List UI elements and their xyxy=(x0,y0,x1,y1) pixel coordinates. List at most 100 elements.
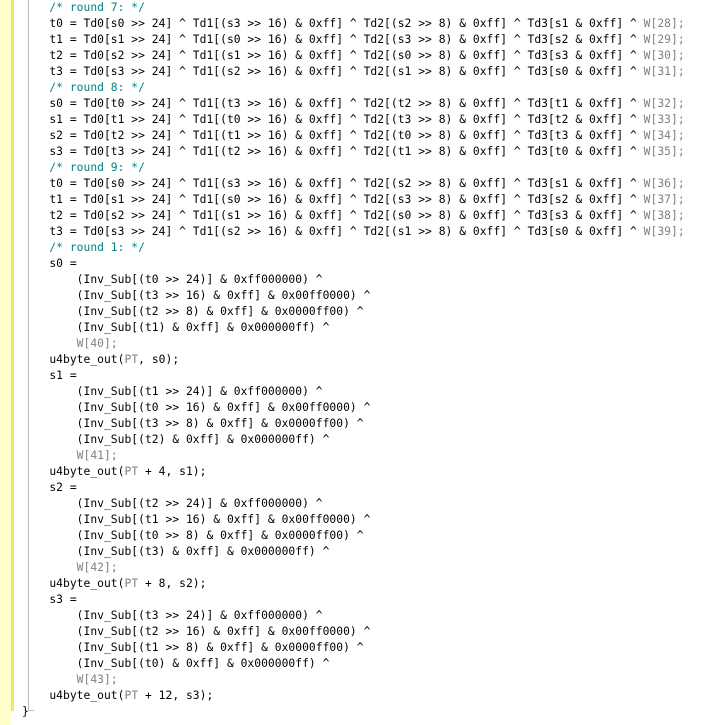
code-line[interactable]: u4byte_out(PT + 12, s3); xyxy=(22,688,213,704)
identifier-w: W[28]; xyxy=(643,17,685,30)
code-line[interactable]: t3 = Td0[s3 >> 24] ^ Td1[(s2 >> 16) & 0x… xyxy=(22,64,685,80)
code-text: (Inv_Sub[(t2) & 0xff] & 0x000000ff) ^ xyxy=(22,433,330,446)
identifier-w: W[42]; xyxy=(76,561,118,574)
code-text: + 4, s1); xyxy=(138,465,207,478)
code-line[interactable]: s2 = xyxy=(22,480,77,496)
code-line[interactable]: (Inv_Sub[(t1 >> 8) & 0xff] & 0x0000ff00)… xyxy=(22,640,364,656)
change-margin xyxy=(0,0,11,725)
code-comment-line[interactable]: /* round 9: */ xyxy=(22,160,145,176)
identifier-w: W[43]; xyxy=(76,673,118,686)
code-text: u4byte_out( xyxy=(22,689,125,702)
identifier-w: W[38]; xyxy=(643,209,685,222)
identifier-w: W[33]; xyxy=(643,113,685,126)
code-line[interactable]: W[41]; xyxy=(22,448,118,464)
identifier-pt: PT xyxy=(124,577,139,590)
code-line[interactable]: (Inv_Sub[(t0 >> 8) & 0xff] & 0x0000ff00)… xyxy=(22,528,364,544)
code-text: (Inv_Sub[(t1 >> 8) & 0xff] & 0x0000ff00)… xyxy=(22,641,364,654)
code-line[interactable]: s3 = Td0[t3 >> 24] ^ Td1[(t2 >> 16) & 0x… xyxy=(22,144,685,160)
code-line[interactable]: W[42]; xyxy=(22,560,118,576)
code-line[interactable]: (Inv_Sub[(t2 >> 16) & 0xff] & 0x00ff0000… xyxy=(22,624,371,640)
code-line[interactable]: W[40]; xyxy=(22,336,118,352)
code-line[interactable]: s2 = Td0[t2 >> 24] ^ Td1[(t1 >> 16) & 0x… xyxy=(22,128,685,144)
identifier-w: W[31]; xyxy=(643,65,685,78)
code-text: (Inv_Sub[(t3) & 0xff] & 0x000000ff) ^ xyxy=(22,545,330,558)
code-text: u4byte_out( xyxy=(22,465,125,478)
code-line[interactable]: (Inv_Sub[(t3 >> 16) & 0xff] & 0x00ff0000… xyxy=(22,288,371,304)
identifier-pt: PT xyxy=(124,465,139,478)
identifier-w: W[34]; xyxy=(643,129,685,142)
code-text: t1 = Td0[s1 >> 24] ^ Td1[(s0 >> 16) & 0x… xyxy=(22,33,644,46)
code-line[interactable]: (Inv_Sub[(t3 >> 24)] & 0xff000000) ^ xyxy=(22,608,323,624)
code-line[interactable]: (Inv_Sub[(t0) & 0xff] & 0x000000ff) ^ xyxy=(22,656,330,672)
code-line[interactable]: t0 = Td0[s0 >> 24] ^ Td1[(s3 >> 16) & 0x… xyxy=(22,176,685,192)
code-text: (Inv_Sub[(t0 >> 24)] & 0xff000000) ^ xyxy=(22,273,323,286)
code-text: (Inv_Sub[(t0) & 0xff] & 0x000000ff) ^ xyxy=(22,657,330,670)
identifier-w: W[36]; xyxy=(643,177,685,190)
code-text: s2 = Td0[t2 >> 24] ^ Td1[(t1 >> 16) & 0x… xyxy=(22,129,644,142)
identifier-pt: PT xyxy=(124,353,139,366)
code-text: + 12, s3); xyxy=(138,689,214,702)
code-line[interactable]: (Inv_Sub[(t0 >> 16) & 0xff] & 0x00ff0000… xyxy=(22,400,371,416)
comment-text: /* round 7: */ xyxy=(22,1,145,14)
code-text: t2 = Td0[s2 >> 24] ^ Td1[(s1 >> 16) & 0x… xyxy=(22,49,644,62)
code-text: (Inv_Sub[(t3 >> 16) & 0xff] & 0x00ff0000… xyxy=(22,289,371,302)
code-line[interactable]: (Inv_Sub[(t1 >> 16) & 0xff] & 0x00ff0000… xyxy=(22,512,371,528)
code-text: (Inv_Sub[(t0 >> 8) & 0xff] & 0x0000ff00)… xyxy=(22,529,364,542)
code-line[interactable]: t2 = Td0[s2 >> 24] ^ Td1[(s1 >> 16) & 0x… xyxy=(22,208,685,224)
code-line[interactable]: t1 = Td0[s1 >> 24] ^ Td1[(s0 >> 16) & 0x… xyxy=(22,32,685,48)
code-line[interactable]: W[43]; xyxy=(22,672,118,688)
code-text: u4byte_out( xyxy=(22,353,125,366)
code-text: t0 = Td0[s0 >> 24] ^ Td1[(s3 >> 16) & 0x… xyxy=(22,17,644,30)
code-text: s1 = xyxy=(22,369,77,382)
comment-text: /* round 9: */ xyxy=(22,161,145,174)
code-line[interactable]: t0 = Td0[s0 >> 24] ^ Td1[(s3 >> 16) & 0x… xyxy=(22,16,685,32)
code-line[interactable]: s1 = Td0[t1 >> 24] ^ Td1[(t0 >> 16) & 0x… xyxy=(22,112,685,128)
code-line[interactable]: t3 = Td0[s3 >> 24] ^ Td1[(s2 >> 16) & 0x… xyxy=(22,224,685,240)
code-text: s1 = Td0[t1 >> 24] ^ Td1[(t0 >> 16) & 0x… xyxy=(22,113,644,126)
comment-text: /* round 1: */ xyxy=(22,241,145,254)
code-line[interactable]: (Inv_Sub[(t2 >> 8) & 0xff] & 0x0000ff00)… xyxy=(22,304,364,320)
identifier-w: W[35]; xyxy=(643,145,685,158)
code-text: (Inv_Sub[(t0 >> 16) & 0xff] & 0x00ff0000… xyxy=(22,401,371,414)
code-text: (Inv_Sub[(t2 >> 24)] & 0xff000000) ^ xyxy=(22,497,323,510)
identifier-w: W[39]; xyxy=(643,225,685,238)
code-line[interactable]: u4byte_out(PT + 8, s2); xyxy=(22,576,206,592)
code-text: s3 = Td0[t3 >> 24] ^ Td1[(t2 >> 16) & 0x… xyxy=(22,145,644,158)
code-line[interactable]: t1 = Td0[s1 >> 24] ^ Td1[(s0 >> 16) & 0x… xyxy=(22,192,685,208)
code-comment-line[interactable]: /* round 1: */ xyxy=(22,240,145,256)
code-line[interactable]: (Inv_Sub[(t2) & 0xff] & 0x000000ff) ^ xyxy=(22,432,330,448)
code-line[interactable]: u4byte_out(PT, s0); xyxy=(22,352,179,368)
code-line[interactable]: u4byte_out(PT + 4, s1); xyxy=(22,464,206,480)
code-comment-line[interactable]: /* round 8: */ xyxy=(22,80,145,96)
code-text: (Inv_Sub[(t1 >> 24)] & 0xff000000) ^ xyxy=(22,385,323,398)
code-line[interactable]: } xyxy=(22,704,29,720)
comment-text: /* round 8: */ xyxy=(22,81,145,94)
code-line[interactable]: s3 = xyxy=(22,592,77,608)
code-line[interactable]: (Inv_Sub[(t0 >> 24)] & 0xff000000) ^ xyxy=(22,272,323,288)
code-line[interactable]: s1 = xyxy=(22,368,77,384)
code-text: , s0); xyxy=(138,353,180,366)
code-line[interactable]: s0 = Td0[t0 >> 24] ^ Td1[(t3 >> 16) & 0x… xyxy=(22,96,685,112)
code-text: s2 = xyxy=(22,481,77,494)
code-line[interactable]: (Inv_Sub[(t3 >> 8) & 0xff] & 0x0000ff00)… xyxy=(22,416,364,432)
code-text: u4byte_out( xyxy=(22,577,125,590)
code-line[interactable]: (Inv_Sub[(t3) & 0xff] & 0x000000ff) ^ xyxy=(22,544,330,560)
code-line[interactable]: s0 = xyxy=(22,256,77,272)
code-text: t2 = Td0[s2 >> 24] ^ Td1[(s1 >> 16) & 0x… xyxy=(22,209,644,222)
code-line[interactable]: (Inv_Sub[(t1 >> 24)] & 0xff000000) ^ xyxy=(22,384,323,400)
code-text: t3 = Td0[s3 >> 24] ^ Td1[(s2 >> 16) & 0x… xyxy=(22,225,644,238)
code-text: s0 = Td0[t0 >> 24] ^ Td1[(t3 >> 16) & 0x… xyxy=(22,97,644,110)
code-editor[interactable]: /* round 7: */ t0 = Td0[s0 >> 24] ^ Td1[… xyxy=(22,0,712,725)
code-line[interactable]: (Inv_Sub[(t2 >> 24)] & 0xff000000) ^ xyxy=(22,496,323,512)
code-text: t1 = Td0[s1 >> 24] ^ Td1[(s0 >> 16) & 0x… xyxy=(22,193,644,206)
code-text: t3 = Td0[s3 >> 24] ^ Td1[(s2 >> 16) & 0x… xyxy=(22,65,644,78)
code-text: (Inv_Sub[(t2 >> 16) & 0xff] & 0x00ff0000… xyxy=(22,625,371,638)
code-comment-line[interactable]: /* round 7: */ xyxy=(22,0,145,16)
code-text: (Inv_Sub[(t3 >> 8) & 0xff] & 0x0000ff00)… xyxy=(22,417,364,430)
identifier-w: W[32]; xyxy=(643,97,685,110)
code-text: (Inv_Sub[(t1) & 0xff] & 0x000000ff) ^ xyxy=(22,321,330,334)
identifier-w: W[40]; xyxy=(76,337,118,350)
code-line[interactable]: (Inv_Sub[(t1) & 0xff] & 0x000000ff) ^ xyxy=(22,320,330,336)
code-line[interactable]: t2 = Td0[s2 >> 24] ^ Td1[(s1 >> 16) & 0x… xyxy=(22,48,685,64)
